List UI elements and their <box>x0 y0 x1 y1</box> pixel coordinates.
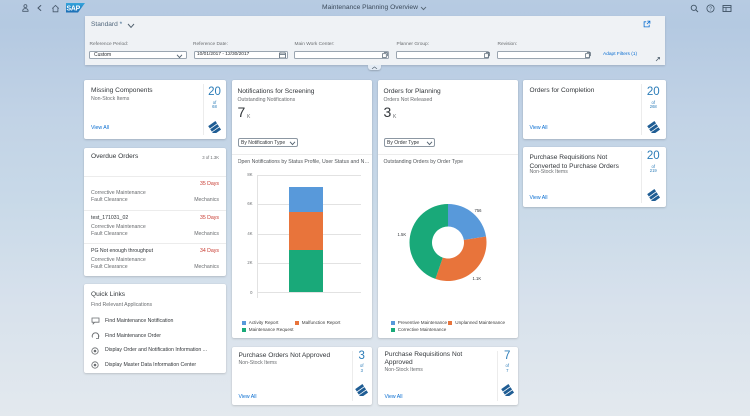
svg-text:?: ? <box>709 6 712 12</box>
